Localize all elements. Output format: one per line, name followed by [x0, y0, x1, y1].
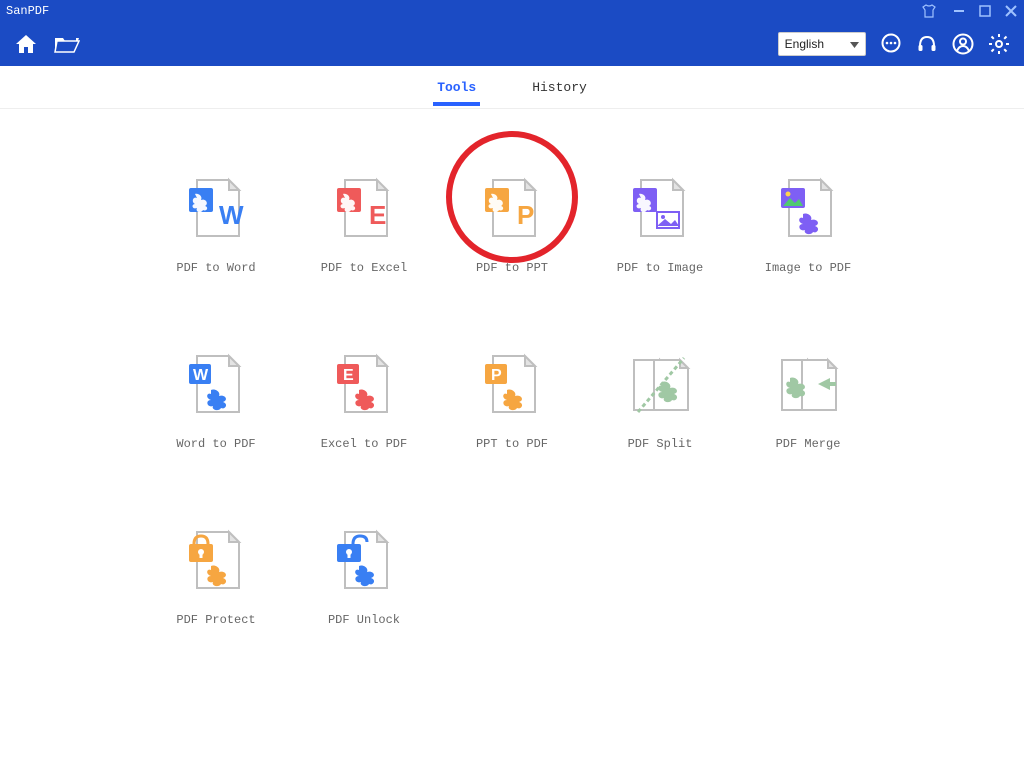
ppt-to-pdf-icon: P [472, 345, 552, 425]
tool-label: Excel to PDF [321, 437, 407, 451]
maximize-button[interactable] [978, 4, 992, 18]
pdf-split-icon [620, 345, 700, 425]
tool-label: PDF Split [628, 437, 693, 451]
tab-bar: Tools History [0, 66, 1024, 109]
tool-pdf-unlock[interactable]: PDF Unlock [290, 521, 438, 627]
svg-text:W: W [219, 200, 244, 230]
tool-image-to-pdf[interactable]: Image to PDF [734, 169, 882, 275]
tool-label: PDF Unlock [328, 613, 400, 627]
home-icon[interactable] [14, 33, 38, 55]
dropdown-caret-icon [850, 37, 859, 51]
pdf-to-excel-icon: E [324, 169, 404, 249]
tool-label: Image to PDF [765, 261, 851, 275]
svg-text:P: P [491, 367, 502, 384]
word-to-pdf-icon: W [176, 345, 256, 425]
tool-label: PDF Protect [176, 613, 255, 627]
tool-label: PDF to PPT [476, 261, 548, 275]
header-left [14, 33, 80, 55]
tool-pdf-to-excel[interactable]: E PDF to Excel [290, 169, 438, 275]
tool-pdf-to-word[interactable]: W PDF to Word [142, 169, 290, 275]
titlebar-right [920, 4, 1018, 18]
app-title: SanPDF [6, 4, 49, 18]
tab-label: Tools [437, 80, 476, 95]
pdf-merge-icon [768, 345, 848, 425]
tool-label: PDF to Image [617, 261, 703, 275]
pdf-unlock-icon [324, 521, 404, 601]
svg-text:E: E [369, 200, 386, 230]
tool-label: PDF Merge [776, 437, 841, 451]
minimize-button[interactable] [952, 4, 966, 18]
tab-label: History [532, 80, 587, 95]
tool-pdf-protect[interactable]: PDF Protect [142, 521, 290, 627]
tool-word-to-pdf[interactable]: W Word to PDF [142, 345, 290, 451]
settings-icon[interactable] [988, 33, 1010, 55]
tool-label: Word to PDF [176, 437, 255, 451]
svg-text:P: P [517, 200, 534, 230]
pdf-to-word-icon: W [176, 169, 256, 249]
user-icon[interactable] [952, 33, 974, 55]
tool-label: PDF to Excel [321, 261, 407, 275]
close-button[interactable] [1004, 4, 1018, 18]
header-right: English [778, 32, 1010, 56]
tool-pdf-to-image[interactable]: PDF to Image [586, 169, 734, 275]
tab-tools[interactable]: Tools [433, 70, 480, 105]
tab-history[interactable]: History [528, 70, 591, 105]
tool-ppt-to-pdf[interactable]: P PPT to PDF [438, 345, 586, 451]
language-select[interactable]: English [778, 32, 866, 56]
tool-excel-to-pdf[interactable]: E Excel to PDF [290, 345, 438, 451]
language-value: English [785, 37, 824, 51]
tool-label: PPT to PDF [476, 437, 548, 451]
tool-pdf-merge[interactable]: PDF Merge [734, 345, 882, 451]
svg-text:W: W [193, 367, 209, 384]
header: English [0, 22, 1024, 66]
tool-label: PDF to Word [176, 261, 255, 275]
tool-pdf-split[interactable]: PDF Split [586, 345, 734, 451]
headset-icon[interactable] [916, 33, 938, 55]
folder-icon[interactable] [54, 34, 80, 54]
image-to-pdf-icon [768, 169, 848, 249]
titlebar: SanPDF [0, 0, 1024, 22]
tool-grid: W PDF to Word E PDF to Excel [0, 169, 1024, 627]
pdf-to-ppt-icon: P [472, 169, 552, 249]
chat-icon[interactable] [880, 33, 902, 55]
tool-pdf-to-ppt[interactable]: P PDF to PPT [438, 169, 586, 275]
svg-text:E: E [343, 367, 354, 384]
pdf-protect-icon [176, 521, 256, 601]
window-controls [952, 4, 1018, 18]
shirt-icon[interactable] [920, 4, 938, 18]
excel-to-pdf-icon: E [324, 345, 404, 425]
pdf-to-image-icon [620, 169, 700, 249]
content: W PDF to Word E PDF to Excel [0, 109, 1024, 627]
